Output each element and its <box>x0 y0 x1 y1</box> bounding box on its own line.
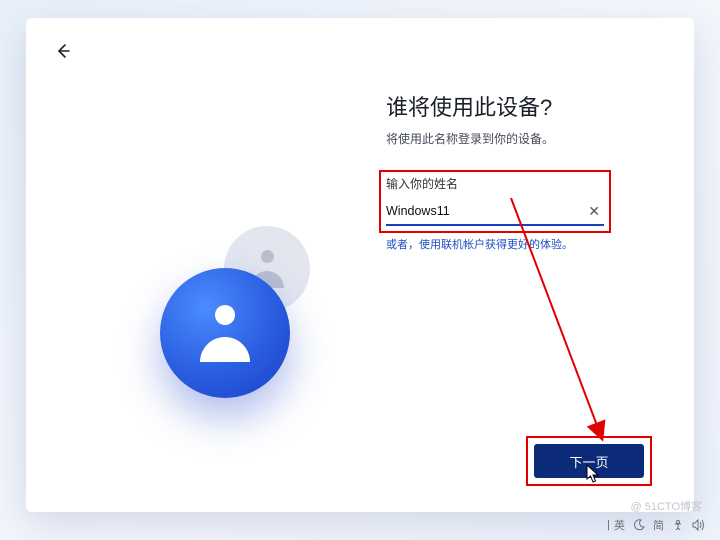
volume-icon[interactable] <box>692 519 706 531</box>
back-button[interactable] <box>52 40 74 62</box>
use-online-account-link[interactable]: 或者，使用联机帐户获得更好的体验。 <box>386 236 604 252</box>
speaker-icon <box>692 519 706 531</box>
accessibility-icon[interactable] <box>672 519 684 531</box>
avatar-front-icon <box>160 268 290 398</box>
name-input-row: ✕ <box>386 198 604 226</box>
moon-icon <box>633 519 645 531</box>
clear-input-button[interactable]: ✕ <box>584 203 604 220</box>
page-subtitle: 将使用此名称登录到你的设备。 <box>386 130 604 147</box>
person-icon <box>672 519 684 531</box>
name-field-label: 输入你的姓名 <box>386 175 604 192</box>
ime-indicator[interactable]: | 英 <box>607 517 625 533</box>
next-button-label: 下一页 <box>569 452 608 471</box>
name-field-block: 输入你的姓名 ✕ <box>386 175 604 226</box>
page-title: 谁将使用此设备? <box>386 90 604 122</box>
arrow-left-icon <box>54 42 72 60</box>
user-illustration <box>146 218 346 418</box>
ime-mode[interactable]: 简 <box>653 517 664 533</box>
watermark-text: @ 51CTO博客 <box>631 498 702 514</box>
theme-icon[interactable] <box>633 519 645 531</box>
name-input[interactable] <box>386 204 584 218</box>
setup-window: 谁将使用此设备? 将使用此名称登录到你的设备。 输入你的姓名 ✕ 或者，使用联机… <box>26 18 694 512</box>
next-button[interactable]: 下一页 <box>534 444 644 478</box>
content-area: 谁将使用此设备? 将使用此名称登录到你的设备。 输入你的姓名 ✕ 或者，使用联机… <box>386 90 604 252</box>
taskbar: | 英 简 <box>607 514 706 536</box>
